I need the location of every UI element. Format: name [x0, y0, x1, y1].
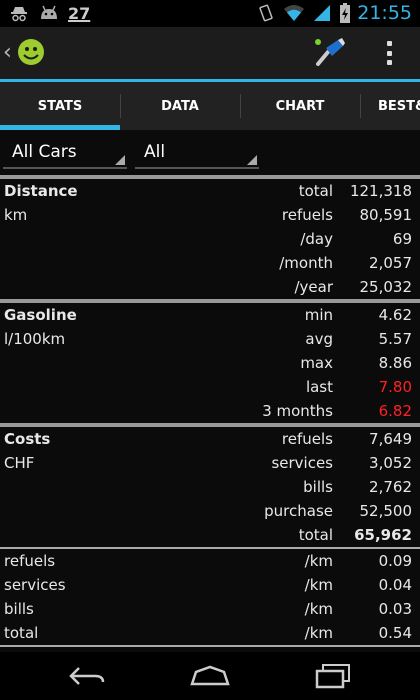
- metric-label: avg: [305, 330, 333, 348]
- metric-label: /km: [304, 576, 333, 594]
- metric-value: 7,649: [369, 430, 412, 448]
- vibrate-icon: [255, 3, 277, 23]
- cost-label: total: [4, 624, 39, 642]
- table-row: last 7.80: [0, 375, 420, 399]
- battery-charging-icon: [339, 3, 351, 23]
- overflow-menu-icon[interactable]: [382, 39, 396, 67]
- metric-label: refuels: [281, 206, 333, 224]
- section-unit: km: [4, 206, 28, 224]
- stats-table: Distance total 121,318 km refuels 80,591…: [0, 175, 420, 647]
- tab-data[interactable]: DATA: [120, 82, 240, 130]
- wifi-icon: [283, 3, 305, 23]
- table-row: /year 25,032: [0, 275, 420, 299]
- table-row: km refuels 80,591: [0, 203, 420, 227]
- section-divider: [0, 645, 420, 647]
- table-row: max 8.86: [0, 351, 420, 375]
- recent-apps-icon[interactable]: [308, 658, 358, 694]
- table-row: 3 months 6.82: [0, 399, 420, 423]
- status-bar: 27 21:55: [0, 0, 420, 27]
- table-row: total /km 0.54: [0, 621, 420, 645]
- metric-value: 8.86: [378, 354, 412, 372]
- signal-icon: [311, 3, 333, 23]
- table-row: services /km 0.04: [0, 573, 420, 597]
- notification-count: 27: [68, 3, 91, 23]
- table-row: total 65,962: [0, 523, 420, 547]
- table-row: Costs refuels 7,649: [0, 427, 420, 451]
- metric-label: 3 months: [262, 402, 333, 420]
- home-icon[interactable]: [185, 658, 235, 694]
- section-unit: l/100km: [4, 330, 66, 348]
- metric-value: 0.54: [378, 624, 412, 642]
- navigation-bar: [0, 652, 420, 700]
- metric-label: last: [305, 378, 333, 396]
- metric-value: 80,591: [359, 206, 413, 224]
- android-icon: [38, 3, 60, 23]
- metric-label: services: [271, 454, 333, 472]
- cost-label: bills: [4, 600, 34, 618]
- cost-label: services: [4, 576, 66, 594]
- metric-value: 52,500: [359, 502, 413, 520]
- table-row: CHF services 3,052: [0, 451, 420, 475]
- metric-label: /day: [300, 230, 333, 248]
- table-row: l/100km avg 5.57: [0, 327, 420, 351]
- metric-value-total: 65,962: [354, 526, 412, 544]
- clock: 21:55: [357, 2, 412, 24]
- section-title: Gasoline: [4, 306, 77, 324]
- section-unit: CHF: [4, 454, 35, 472]
- filter-bar: All Cars All: [0, 133, 420, 173]
- action-bar: ‹: [0, 27, 420, 82]
- table-row: /month 2,057: [0, 251, 420, 275]
- metric-label: total: [298, 526, 333, 544]
- section-title: Distance: [4, 182, 78, 200]
- metric-value: 4.62: [378, 306, 412, 324]
- metric-value-warning: 7.80: [378, 378, 412, 396]
- metric-value: 25,032: [359, 278, 413, 296]
- section-title: Costs: [4, 430, 51, 448]
- app-logo-icon[interactable]: [16, 37, 46, 67]
- table-row: Gasoline min 4.62: [0, 303, 420, 327]
- metric-label: max: [300, 354, 333, 372]
- tab-stats[interactable]: STATS: [0, 82, 120, 130]
- dropdown-triangle-icon: [115, 155, 125, 165]
- car-spinner[interactable]: All Cars: [3, 137, 127, 169]
- table-row: purchase 52,500: [0, 499, 420, 523]
- metric-label: bills: [303, 478, 333, 496]
- tab-best[interactable]: BEST&: [360, 82, 420, 130]
- back-caret-icon[interactable]: ‹: [3, 40, 12, 65]
- metric-label: /km: [304, 624, 333, 642]
- metric-value: 2,057: [369, 254, 412, 272]
- metric-label: /month: [279, 254, 333, 272]
- incognito-icon: [8, 3, 30, 23]
- period-spinner[interactable]: All: [135, 137, 259, 169]
- cost-label: refuels: [4, 552, 56, 570]
- metric-value: 0.09: [378, 552, 412, 570]
- table-row: Distance total 121,318: [0, 179, 420, 203]
- dropdown-triangle-icon: [247, 155, 257, 165]
- metric-value: 5.57: [378, 330, 412, 348]
- metric-value: 0.03: [378, 600, 412, 618]
- table-row: /day 69: [0, 227, 420, 251]
- metric-label: /km: [304, 552, 333, 570]
- tab-bar: STATS DATA CHART BEST&: [0, 82, 420, 130]
- table-row: refuels /km 0.09: [0, 549, 420, 573]
- metric-label: min: [304, 306, 333, 324]
- back-icon[interactable]: [62, 658, 112, 694]
- table-row: bills 2,762: [0, 475, 420, 499]
- metric-value: 0.04: [378, 576, 412, 594]
- metric-label: total: [298, 182, 333, 200]
- metric-value: 2,762: [369, 478, 412, 496]
- metric-label: /year: [294, 278, 333, 296]
- tab-chart[interactable]: CHART: [240, 82, 360, 130]
- period-spinner-value: All: [144, 142, 166, 162]
- metric-value: 69: [392, 230, 412, 248]
- metric-label: purchase: [264, 502, 333, 520]
- metric-label: refuels: [281, 430, 333, 448]
- metric-value: 121,318: [349, 182, 412, 200]
- fuel-pump-icon[interactable]: [312, 36, 346, 70]
- table-row: bills /km 0.03: [0, 597, 420, 621]
- metric-value: 3,052: [369, 454, 412, 472]
- car-spinner-value: All Cars: [12, 142, 77, 162]
- metric-label: /km: [304, 600, 333, 618]
- metric-value-warning: 6.82: [378, 402, 412, 420]
